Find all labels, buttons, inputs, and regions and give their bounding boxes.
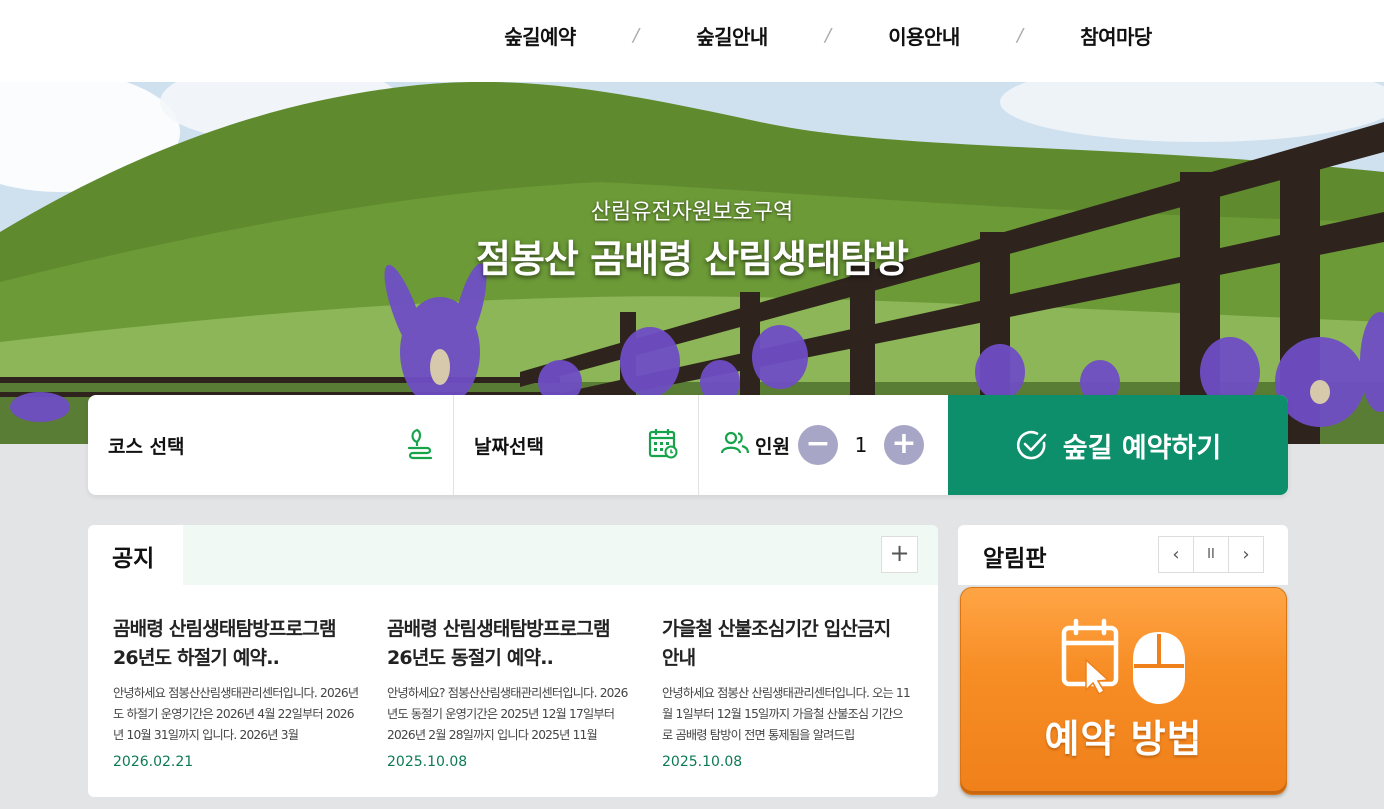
course-select[interactable]: 코스 선택 (88, 395, 454, 495)
notice-tab-bar (183, 525, 938, 585)
reservation-method-banner[interactable]: 예약 방법 (960, 587, 1287, 795)
notice-post-title: 가을철 산불조심기간 입산금지 안내 (662, 618, 891, 669)
notice-post-body: 안녕하세요? 점봉산산림생태관리센터입니다. 2026년도 동절기 운영기간은 … (387, 686, 628, 742)
nav-separator: / (632, 24, 640, 46)
hero-title: 점봉산 곰배령 산림생태탐방 (476, 237, 909, 281)
slider-next-button[interactable]: › (1228, 536, 1264, 573)
nav-separator: / (824, 24, 832, 46)
calendar-mouse-icon (1061, 618, 1185, 704)
nav-item-reservation[interactable]: 숲길예약 (480, 21, 600, 50)
date-select-label: 날짜선택 (474, 435, 544, 458)
increase-people-button[interactable]: + (883, 425, 924, 465)
notice-post-date: 2025.10.08 (387, 754, 468, 770)
nav-item-usage-guide[interactable]: 이용안내 (864, 21, 984, 50)
notice-post[interactable]: 곰배령 산림생태탐방프로그램 26년도 동절기 예약.. 안녕하세요? 점봉산산… (387, 615, 637, 770)
calendar-icon (648, 427, 678, 463)
people-count: 1 (854, 433, 868, 457)
bulletin-board-panel: 알림판 ‹ II › 예약 방법 (958, 525, 1288, 797)
bulletin-board-title: 알림판 (983, 546, 1047, 572)
notice-post-body: 안녕하세요 점봉산산림생태관리센터입니다. 2026년도 하절기 운영기간은 2… (113, 686, 359, 742)
slider-prev-button[interactable]: ‹ (1158, 536, 1194, 573)
people-icon (720, 431, 750, 459)
bulletin-board-header: 알림판 ‹ II › (958, 525, 1288, 585)
notice-post[interactable]: 곰배령 산림생태탐방프로그램 26년도 하절기 예약.. 안녕하세요 점봉산산림… (113, 615, 363, 770)
date-select[interactable]: 날짜선택 (454, 395, 699, 495)
notice-post-title: 곰배령 산림생태탐방프로그램 26년도 동절기 예약.. (387, 618, 610, 669)
decrease-people-button[interactable]: − (797, 425, 838, 465)
notice-panel: 공지 + 곰배령 산림생태탐방프로그램 26년도 하절기 예약.. 안녕하세요 … (88, 525, 938, 797)
notice-post-date: 2026.02.21 (113, 754, 194, 770)
notice-post-date: 2025.10.08 (662, 754, 743, 770)
trail-path-icon (405, 426, 433, 464)
slider-controls: ‹ II › (1158, 536, 1264, 573)
notice-title[interactable]: 공지 (112, 539, 154, 573)
booking-bar: 코스 선택 날짜선택 인원 − 1 + 숲길 예약하기 (88, 395, 1288, 495)
main-nav: 숲길예약 / 숲길안내 / 이용안내 / 참여마당 (480, 0, 1176, 70)
notice-post-title: 곰배령 산림생태탐방프로그램 26년도 하절기 예약.. (113, 618, 336, 669)
nav-item-trail-guide[interactable]: 숲길안내 (672, 21, 792, 50)
check-circle-icon (1016, 430, 1047, 460)
notice-post-body: 안녕하세요 점봉산 산림생태관리센터입니다. 오는 11월 1일부터 12월 1… (662, 686, 911, 742)
nav-item-community[interactable]: 참여마당 (1056, 21, 1176, 50)
slider-pause-button[interactable]: II (1193, 536, 1229, 573)
reservation-method-text: 예약 방법 (1044, 717, 1203, 761)
people-stepper: 인원 − 1 + (699, 395, 948, 495)
notice-post[interactable]: 가을철 산불조심기간 입산금지 안내 안녕하세요 점봉산 산림생태관리센터입니다… (662, 615, 912, 770)
site-header: 숲길예약 / 숲길안내 / 이용안내 / 참여마당 (0, 0, 1384, 82)
reserve-trail-label: 숲길 예약하기 (1062, 432, 1222, 464)
hero-subtitle: 산림유전자원보호구역 (590, 200, 794, 225)
reserve-trail-button[interactable]: 숲길 예약하기 (948, 395, 1288, 495)
hero-banner: 산림유전자원보호구역 점봉산 곰배령 산림생태탐방 (0, 82, 1384, 444)
course-select-label: 코스 선택 (108, 435, 185, 458)
people-label: 인원 (755, 435, 790, 458)
nav-separator: / (1016, 24, 1024, 46)
notice-more-button[interactable]: + (881, 536, 918, 573)
